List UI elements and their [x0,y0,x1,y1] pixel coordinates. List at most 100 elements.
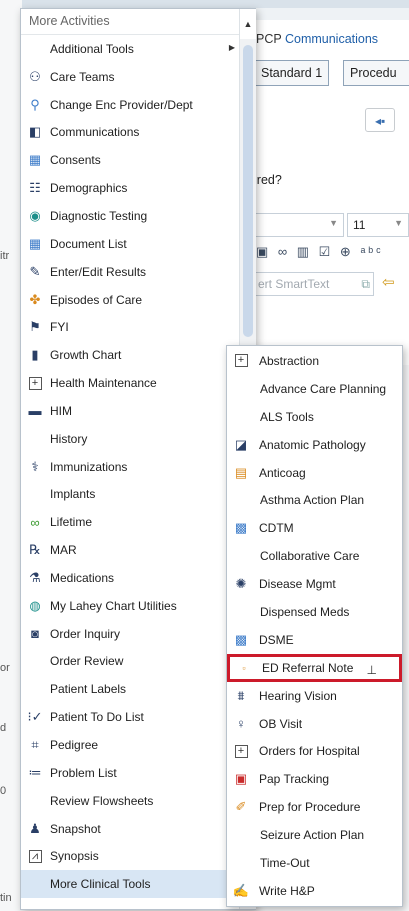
submenu-item-ed-referral-note[interactable]: ▫ ED Referral Note ⊥ [227,653,402,682]
nav-prefix[interactable]: PCP [256,32,281,46]
menu-item-him[interactable]: ▬HIM▶ [21,397,239,425]
editor-toolbar[interactable]: ▣ ∞ ▥ ☑ ⊕ ᵃᵇᶜ [256,244,384,260]
submenu-item-asthma-action-plan[interactable]: Asthma Action Plan [227,486,402,514]
scroll-thumb[interactable] [243,45,253,337]
share-icon: ◂▪ [375,114,386,128]
disease-mgmt-icon: ✺ [235,576,247,592]
more-activities-menu: More Activities Additional Tools ▶ ⚇ Care … [20,8,256,910]
tab-procedure[interactable]: Procedu [343,60,409,86]
menu-item-document-list[interactable]: ▦ Document List [21,230,239,258]
font-select[interactable]: ▼ [254,213,344,237]
tab-standard[interactable]: Standard 1 [254,60,330,86]
submenu-item-hearing-vision[interactable]: ⩩ Hearing Vision [227,682,402,710]
snapshot-icon: ♟ [29,820,41,836]
menu-item-diagnostic-testing[interactable]: ◉ Diagnostic Testing [21,202,239,230]
diagnostic-icon: ◉ [29,207,41,223]
todo-icon: ⁝✓ [27,709,43,725]
menu-item-growth-chart[interactable]: ▮ Growth Chart [21,341,239,369]
him-icon: ▬ [28,403,42,419]
document-list-icon: ▦ [28,235,42,251]
menu-item-my-lahey-chart-utilities[interactable]: ◍My Lahey Chart Utilities▶ [21,592,239,620]
menu-item-order-review[interactable]: Order Review [21,648,239,676]
font-size-select[interactable]: 11 ▼ [347,213,409,237]
submenu-item-cdtm[interactable]: ▩ CDTM [227,514,402,542]
people-icon: ⚇ [29,68,41,84]
menu-item-fyi[interactable]: ⚑ FYI [21,313,239,341]
menu-item-patient-to-do-list[interactable]: ⁝✓ Patient To Do List [21,703,239,731]
submenu-item-als-tools[interactable]: ALS Tools [227,403,402,431]
pin-icon[interactable]: ⊥ [367,663,377,677]
pencil-icon: ✎ [29,263,41,279]
communications-icon: ◧ [28,124,42,140]
menu-item-consents[interactable]: ▦ Consents [21,146,239,174]
menu-item-review-flowsheets[interactable]: Review Flowsheets [21,787,239,815]
submenu-item-seizure-action-plan[interactable]: Seizure Action Plan [227,821,402,849]
submenu-item-list: + Abstraction Advance Care Planning ALS T… [227,347,402,905]
submenu-item-dsme[interactable]: ▩ DSME [227,626,402,654]
menu-header: More Activities [21,9,256,35]
menu-item-history[interactable]: History [21,425,239,453]
episodes-icon: ✤ [29,291,41,307]
nav-communications-link[interactable]: Communications [285,32,378,46]
submenu-item-advance-care-planning[interactable]: Advance Care Planning [227,375,402,403]
synopsis-icon: ⩘ [27,848,43,864]
submenu-item-dispensed-meds[interactable]: Dispensed Meds [227,598,402,626]
menu-item-more-clinical-tools[interactable]: More Clinical Tools▶ [21,870,239,899]
menu-item-pedigree[interactable]: ⌗ Pedigree [21,731,239,759]
menu-item-additional-tools[interactable]: Additional Tools ▶ [21,35,239,63]
fyi-flag-icon: ⚑ [29,319,41,335]
menu-item-synopsis[interactable]: ⩘ Synopsis [21,842,239,870]
pap-tracking-icon: ▣ [234,771,248,787]
edge-text: d [0,722,7,734]
share-button[interactable]: ◂▪ [365,108,395,132]
globe-icon: ◍ [29,597,41,613]
menu-item-health-maintenance[interactable]: + Health Maintenance [21,369,239,397]
menu-item-patient-labels[interactable]: Patient Labels [21,675,239,703]
pedigree-icon: ⌗ [31,737,39,753]
submenu-item-write-hp[interactable]: ✍ Write H&P [227,877,402,905]
menu-item-care-teams[interactable]: ⚇ Care Teams [21,63,239,91]
menu-item-lifetime[interactable]: ∞ Lifetime [21,508,239,536]
submenu-item-collaborative-care[interactable]: Collaborative Care [227,542,402,570]
note-icon: ▫ [242,662,246,673]
menu-item-change-enc-provider[interactable]: ⚲ Change Enc Provider/Dept [21,91,239,119]
menu-item-problem-list[interactable]: ≔ Problem List [21,759,239,787]
smarttext-input[interactable]: ert SmartText ⧉ [254,272,374,296]
order-inquiry-icon: ◙ [31,626,39,642]
menu-item-medications[interactable]: ⚗ Medications [21,564,239,592]
menu-item-mar[interactable]: ℞ MAR [21,536,239,564]
submenu-item-anticoag[interactable]: ▤ Anticoag [227,459,402,487]
menu-item-demographics[interactable]: ☷ Demographics [21,174,239,202]
prep-icon: ✐ [235,799,247,815]
submenu-item-ob-visit[interactable]: ♀ OB Visit [227,710,402,738]
medications-icon: ⚗ [29,569,41,585]
scroll-up-arrow-icon[interactable]: ▲ [240,9,256,39]
menu-item-immunizations[interactable]: ⚕ Immunizations [21,453,239,481]
plus-box-icon: + [27,375,43,391]
binoculars-icon: ⩩ [237,687,245,703]
submenu-item-abstraction[interactable]: + Abstraction [227,347,402,375]
write-icon: ✍ [232,882,250,898]
menu-item-enter-edit-results[interactable]: ✎ Enter/Edit Results [21,258,239,286]
edge-text: tin [0,892,12,904]
edge-text: or [0,662,10,674]
growth-chart-icon: ▮ [31,347,39,363]
menu-item-snapshot[interactable]: ♟ Snapshot [21,815,239,843]
submenu-item-pap-tracking[interactable]: ▣ Pap Tracking [227,765,402,793]
submenu-item-anatomic-pathology[interactable]: ◪ Anatomic Pathology [227,431,402,459]
submenu-item-disease-mgmt[interactable]: ✺ Disease Mgmt [227,570,402,598]
activity-nav: PCP Communications [256,32,378,46]
arrow-left-icon[interactable]: ⇦ [382,273,395,291]
pathology-icon: ◪ [234,436,248,452]
plus-box-icon: + [233,353,249,369]
menu-item-order-inquiry[interactable]: ◙ Order Inquiry [21,620,239,648]
edge-text: 0 [0,785,7,797]
demographics-icon: ☷ [29,180,41,196]
submenu-item-time-out[interactable]: Time-Out [227,849,402,877]
menu-item-episodes-of-care[interactable]: ✤ Episodes of Care [21,286,239,314]
menu-item-communications[interactable]: ◧ Communications [21,119,239,147]
submenu-item-orders-for-hospital[interactable]: + Orders for Hospital [227,737,402,765]
submenu-item-prep-for-procedure[interactable]: ✐ Prep for Procedure [227,793,402,821]
question-fragment: ired? [254,173,282,187]
menu-item-implants[interactable]: Implants [21,481,239,509]
